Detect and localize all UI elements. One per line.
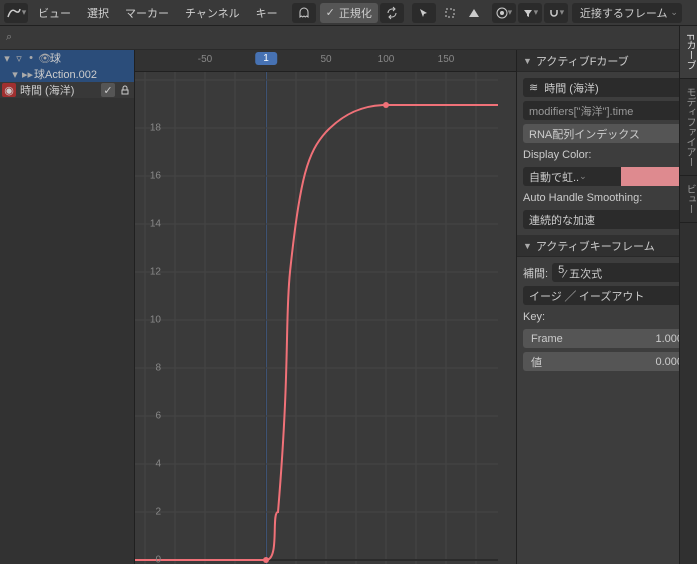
wave-icon: ≋	[529, 81, 538, 94]
search-input[interactable]	[16, 32, 691, 44]
filter-icon[interactable]: ▾	[518, 3, 542, 23]
key-value-field[interactable]: 値0.000	[523, 352, 691, 371]
menu-channel[interactable]: チャンネル	[177, 3, 248, 23]
object-row[interactable]: ▾ ▿ • 👁 球	[0, 50, 134, 66]
keyframe-handle[interactable]	[383, 102, 389, 108]
easing-dropdown[interactable]: イージ ╱ イーズアウト⌄	[523, 286, 691, 305]
dot-icon: •	[26, 52, 36, 64]
rna-path-field[interactable]: modifiers["海洋"].time	[523, 101, 691, 120]
channel-list: ▾ ▿ • 👁 球 ▾ ▸▸ 球Action.002 ◉ 時間 (海洋) ✓	[0, 50, 135, 564]
graph-grid	[135, 72, 498, 564]
rna-index-field[interactable]: RNA配列インデックス0	[523, 124, 691, 143]
key-frame-field[interactable]: Frame1.000	[523, 329, 691, 348]
key-label: Key:	[523, 311, 691, 323]
tri-down-icon: ▼	[523, 56, 532, 66]
eye-icon: 👁	[38, 52, 48, 65]
action-label: 球Action.002	[34, 66, 97, 82]
tab-fcurve[interactable]: Fカーブ	[680, 26, 697, 79]
channel-label: 時間 (海洋)	[20, 82, 99, 98]
ruler-tick: 50	[320, 54, 331, 65]
panel-active-fcurve-header[interactable]: ▼アクティブFカーブ	[517, 50, 697, 72]
graph-area[interactable]: -50 50 100 150 1	[135, 50, 516, 564]
sidebar: ▼アクティブFカーブ ≋時間 (海洋) modifiers["海洋"].time…	[516, 50, 697, 564]
keyframe-handle[interactable]	[263, 557, 269, 563]
mute-checkbox[interactable]: ✓	[101, 83, 115, 97]
ghost-icon[interactable]	[292, 3, 316, 23]
channel-row[interactable]: ◉ 時間 (海洋) ✓	[0, 82, 134, 98]
interpolation-dropdown[interactable]: 5⁄ 五次式⌄	[552, 263, 691, 282]
ruler-tick: -50	[198, 54, 212, 65]
tri-down-icon: ▾	[10, 68, 20, 81]
cursor-icon[interactable]	[412, 3, 436, 23]
auto-smooth-dropdown[interactable]: 連続的な加速⌄	[523, 210, 691, 229]
pivot-icon[interactable]: ▾	[492, 3, 516, 23]
action-icon: ▸▸	[22, 68, 32, 81]
vertical-tabs: Fカーブ モディファイアー ビュー	[679, 26, 697, 564]
auto-smooth-label: Auto Handle Smoothing:	[523, 192, 691, 204]
ruler-tick: 100	[378, 54, 395, 65]
cycle-icon[interactable]	[380, 3, 404, 23]
display-color-label: Display Color:	[523, 149, 691, 161]
timeline-ruler[interactable]: -50 50 100 150 1	[135, 50, 516, 72]
normalize-button[interactable]: ✓正規化	[320, 3, 378, 23]
editor-type-dropdown[interactable]: ▾	[4, 3, 28, 23]
menu-select[interactable]: 選択	[79, 3, 117, 23]
box-select-icon[interactable]	[438, 3, 462, 23]
channel-name-field[interactable]: ≋時間 (海洋)	[523, 78, 691, 97]
menu-marker[interactable]: マーカー	[117, 3, 177, 23]
object-label: 球	[50, 50, 61, 66]
record-icon: ◉	[2, 83, 16, 97]
ruler-tick: 150	[438, 54, 455, 65]
menu-view[interactable]: ビュー	[30, 3, 79, 23]
current-frame-indicator[interactable]: 1	[255, 52, 277, 65]
menu-key[interactable]: キー	[248, 3, 286, 23]
tri-down-icon: ▾	[2, 52, 12, 65]
fcurve[interactable]	[135, 105, 498, 560]
tri-down-icon: ▼	[523, 241, 532, 251]
tri-down-icon: ▿	[14, 52, 24, 65]
panel-active-keyframe-header[interactable]: ▼アクティブキーフレーム	[517, 235, 697, 257]
proportional-dropdown[interactable]: 近接するフレーム⌄	[572, 3, 682, 23]
tab-modifiers[interactable]: モディファイアー	[680, 79, 697, 176]
value-axis: 0 2 4 6 8 10 12 14 16 18	[135, 72, 165, 564]
lock-icon[interactable]	[118, 83, 132, 97]
snap-icon[interactable]: ▾	[544, 3, 568, 23]
tab-view[interactable]: ビュー	[680, 176, 697, 223]
color-mode-dropdown[interactable]: 自動で虹..⌄	[523, 167, 621, 186]
interpolation-label: 補間:	[523, 265, 548, 281]
search-icon: ⌕	[6, 31, 12, 44]
warning-icon[interactable]	[462, 3, 486, 23]
action-row[interactable]: ▾ ▸▸ 球Action.002	[0, 66, 134, 82]
